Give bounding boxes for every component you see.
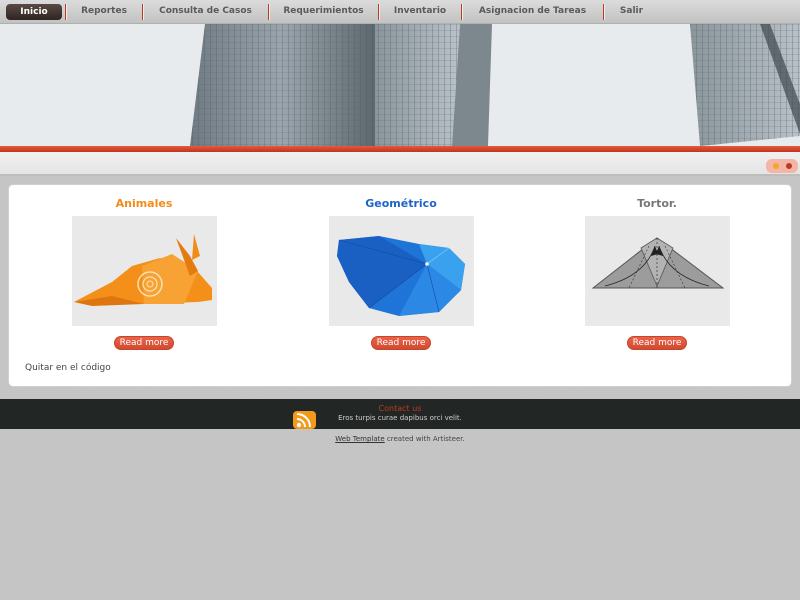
read-more-button[interactable]: Read more [370,336,432,350]
nav-item-salir[interactable]: Salir [604,0,659,23]
nav-item-consulta-de-casos[interactable]: Consulta de Casos [143,0,268,23]
card-title: Tortor. [637,197,677,210]
card-title: Animales [115,197,173,210]
footer: Contact us Eros turpis curae dapibus orc… [0,399,800,429]
read-more-button[interactable]: Read more [626,336,688,350]
nav-item-requerimientos[interactable]: Requerimientos [269,0,378,23]
credit-text: created with Artisteer. [384,435,465,443]
nav-item-reportes[interactable]: Reportes [66,0,142,23]
credit-line: Web Template created with Artisteer. [0,435,800,443]
content-note-text: Quitar en el código [25,363,111,373]
nav-item-inicio[interactable]: Inicio [6,3,62,20]
origami-snail-image [71,216,217,326]
card-title: Geométrico [365,197,437,210]
origami-geometric-image [328,216,474,326]
footer-text: Eros turpis curae dapibus orci velit. [338,414,462,422]
main-content-panel: Animales Read more Geométrico Read more … [8,184,792,387]
card-geometrico: Geométrico Read more [328,185,474,350]
origami-triangle-image [584,216,730,326]
read-more-button[interactable]: Read more [113,336,175,350]
web-template-link[interactable]: Web Template [335,435,384,443]
skyscraper-illustration [0,24,800,146]
top-navigation: Inicio Reportes Consulta de Casos Requer… [0,0,800,24]
card-animales: Animales Read more [71,185,217,350]
nav-item-inventario[interactable]: Inventario [379,0,461,23]
sub-header-bar [0,152,800,176]
card-tortor: Tortor. Read more [584,185,730,350]
contact-us-link[interactable]: Contact us [0,404,800,413]
slideshow-controls [766,159,798,173]
slide-dot-active-icon[interactable] [786,163,792,169]
header-banner-image [0,24,800,146]
nav-item-asignacion-de-tareas[interactable]: Asignacion de Tareas [462,0,603,23]
slide-dot-icon[interactable] [773,163,779,169]
